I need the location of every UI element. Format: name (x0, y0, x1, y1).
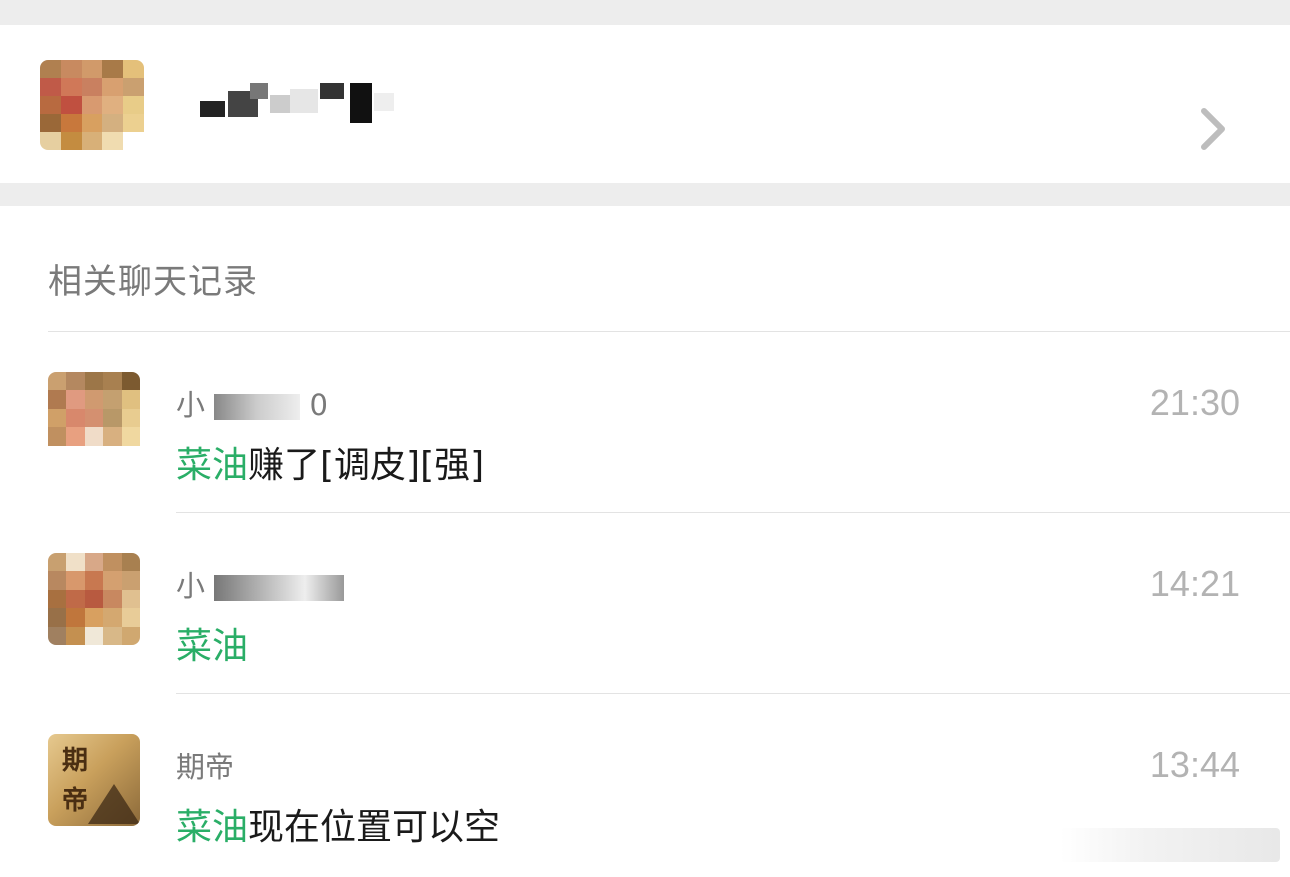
contact-name-redacted (190, 83, 400, 123)
message-preview: 菜油 (176, 617, 248, 669)
message-text: 赚了[调皮][强] (248, 445, 485, 486)
sender-avatar (48, 553, 140, 645)
sender-avatar: 期 帝 (48, 734, 140, 826)
chat-result-item[interactable]: 小 14:21 菜油 (0, 513, 1290, 693)
message-time: 14:21 (1149, 563, 1240, 604)
keyword-highlight: 菜油 (176, 626, 249, 667)
section-title: 相关聊天记录 (48, 262, 258, 302)
chevron-right-icon[interactable] (1196, 107, 1230, 151)
watermark-blur (1060, 828, 1280, 862)
message-time: 21:30 (1149, 382, 1240, 423)
message-preview: 菜油赚了[调皮][强] (176, 436, 484, 488)
sender-name: 期帝 (176, 750, 235, 784)
keyword-highlight: 菜油 (176, 807, 249, 848)
sender-avatar (48, 372, 140, 464)
message-preview: 菜油现在位置可以空 (176, 798, 500, 850)
avatar-char: 期 (62, 746, 89, 776)
redacted-block (214, 575, 345, 601)
sender-name: 小 0 (176, 388, 328, 422)
sender-name: 小 (176, 563, 345, 605)
chat-result-item[interactable]: 小 0 21:30 菜油赚了[调皮][强] (0, 332, 1290, 512)
message-text: 现在位置可以空 (248, 807, 501, 848)
contact-avatar (40, 60, 144, 150)
redacted-block (214, 394, 301, 420)
keyword-highlight: 菜油 (176, 445, 249, 486)
message-time: 13:44 (1149, 744, 1240, 785)
mountain-icon (88, 784, 140, 824)
avatar-char: 帝 (62, 786, 89, 816)
contact-card[interactable] (0, 25, 1290, 183)
chat-history-section: 相关聊天记录 小 0 21:30 菜油赚了[调皮][强] 小 14:21 菜油 … (0, 206, 1290, 877)
